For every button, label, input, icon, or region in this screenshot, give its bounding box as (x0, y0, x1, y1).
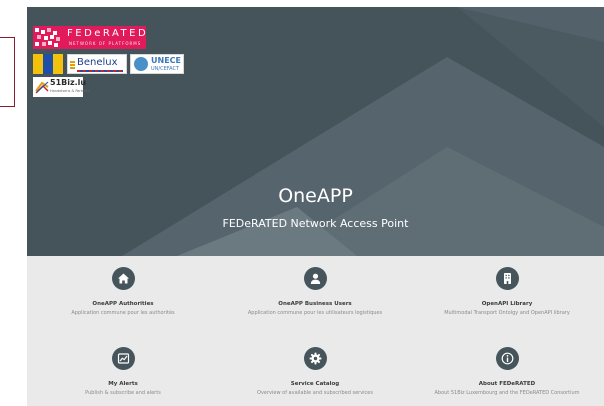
service-card-description: Publish & subscribe and alerts (85, 390, 161, 396)
page: FEDeRATED NETWORK OF PLATFORMS Benelux U… (27, 7, 604, 406)
service-card-my-alerts[interactable]: My Alerts Publish & subscribe and alerts (27, 347, 219, 396)
biz51-mark-icon (35, 81, 49, 94)
user-icon (303, 267, 327, 290)
benelux-strip (77, 70, 123, 72)
unece-logo-text: UNECE (151, 56, 181, 65)
selection-frame (0, 37, 15, 107)
un-emblem-icon (134, 57, 148, 71)
benelux-mark-icon (70, 61, 75, 69)
unece-logo[interactable]: UNECE UN/CEFACT (130, 54, 184, 74)
biz51-logo-text: 51Biz.lu (50, 78, 87, 87)
benelux-logo-text: Benelux (77, 57, 118, 68)
service-card-openapi-library[interactable]: OpenAPI Library Multimodal Transport Ont… (411, 267, 603, 316)
service-card-description: Multimodal Transport Ontolgy and OpenAPI… (444, 310, 570, 316)
federated-logo-tagline: NETWORK OF PLATFORMS (69, 41, 142, 46)
building-icon (495, 267, 519, 290)
unece-logo-subtext: UN/CEFACT (151, 66, 180, 72)
benelux-logo[interactable]: Benelux (67, 54, 127, 74)
service-card-title: OpenAPI Library (481, 301, 533, 307)
service-card-service-catalog[interactable]: Service Catalog Overview of available an… (219, 347, 411, 396)
service-card-business-users[interactable]: OneAPP Business Users Application commun… (219, 267, 411, 316)
page-subtitle: FEDeRATED Network Access Point (222, 217, 409, 230)
service-card-authorities[interactable]: OneAPP Authorities Application commune p… (27, 267, 219, 316)
federated-mark-icon (35, 28, 60, 47)
home-icon (111, 267, 135, 290)
page-title: OneAPP (278, 185, 353, 207)
biz51-logo-subtext: Handelsens & Partners (50, 89, 90, 93)
service-card-description: About 51Biz Luxembourg and the FEDeRATED… (434, 390, 580, 396)
services-panel: OneAPP Authorities Application commune p… (27, 256, 604, 406)
service-card-title: OneAPP Business Users (278, 301, 352, 307)
service-card-description: Overview of available and subscribed ser… (257, 390, 373, 396)
service-card-title: My Alerts (108, 381, 138, 387)
info-icon (495, 347, 519, 370)
service-card-description: Application commune pour les authorités (71, 310, 175, 316)
service-card-title: OneAPP Authorities (92, 301, 154, 307)
chart-icon (111, 347, 135, 370)
service-card-description: Application commune pour les utilisateur… (247, 310, 383, 316)
service-card-about-federated[interactable]: About FEDeRATED About 51Biz Luxembourg a… (411, 347, 603, 396)
federated-logo-name: FEDeRATED (67, 28, 149, 39)
number-one-mark-icon (43, 54, 53, 74)
service-card-title: About FEDeRATED (478, 381, 536, 387)
service-card-title: Service Catalog (290, 381, 340, 387)
hero-banner: FEDeRATED NETWORK OF PLATFORMS Benelux U… (27, 7, 604, 256)
gear-icon (303, 347, 327, 370)
federated-logo[interactable]: FEDeRATED NETWORK OF PLATFORMS (33, 26, 146, 49)
number-one-logo[interactable] (33, 54, 63, 74)
biz51-logo[interactable]: 51Biz.lu Handelsens & Partners (33, 77, 90, 97)
